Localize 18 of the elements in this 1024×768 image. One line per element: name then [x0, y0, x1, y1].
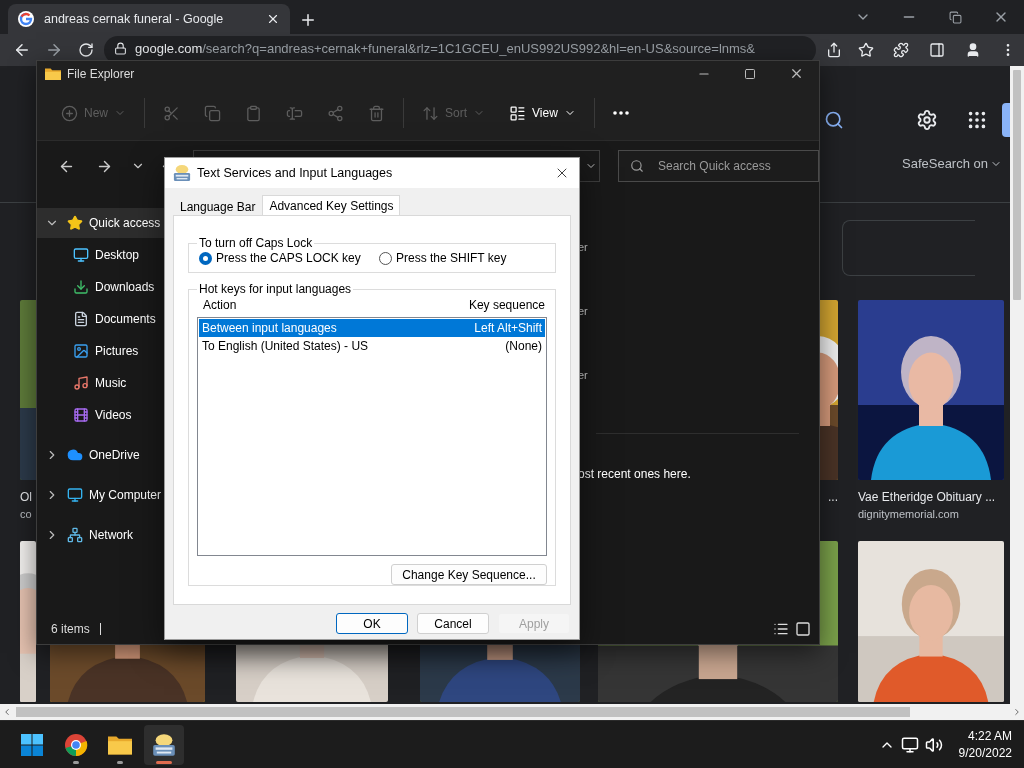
window-title: File Explorer [67, 66, 135, 81]
url-text: google.com/search?q=andreas+cernak+funeral&rlz=1C1GCEU_enUS992US992&hl=en-US&source=lnms& [135, 40, 756, 56]
group-label: Hot keys for input languages [198, 283, 353, 296]
key-text: Left Alt+Shift [474, 321, 542, 335]
action-text: To English (United States) - US [202, 339, 369, 353]
time-text: 4:22 AM [967, 729, 1012, 743]
key-text: (None) [505, 339, 542, 353]
group-label: To turn off Caps Lock [198, 237, 314, 250]
column-header: Action [203, 298, 237, 312]
item-count: 6 items [51, 622, 90, 636]
result-source: co [20, 508, 33, 520]
result-source: dignitymemorial.com [858, 508, 960, 520]
tab-title: andreas cernak funeral - Google [44, 12, 225, 26]
column-header: Key sequence [468, 298, 545, 312]
date-text: 9/20/2022 [958, 746, 1012, 760]
action-text: Between input languages [202, 321, 337, 335]
radio-label: Press the CAPS LOCK key [216, 251, 361, 265]
dialog-title: Text Services and Input Languages [197, 166, 393, 180]
